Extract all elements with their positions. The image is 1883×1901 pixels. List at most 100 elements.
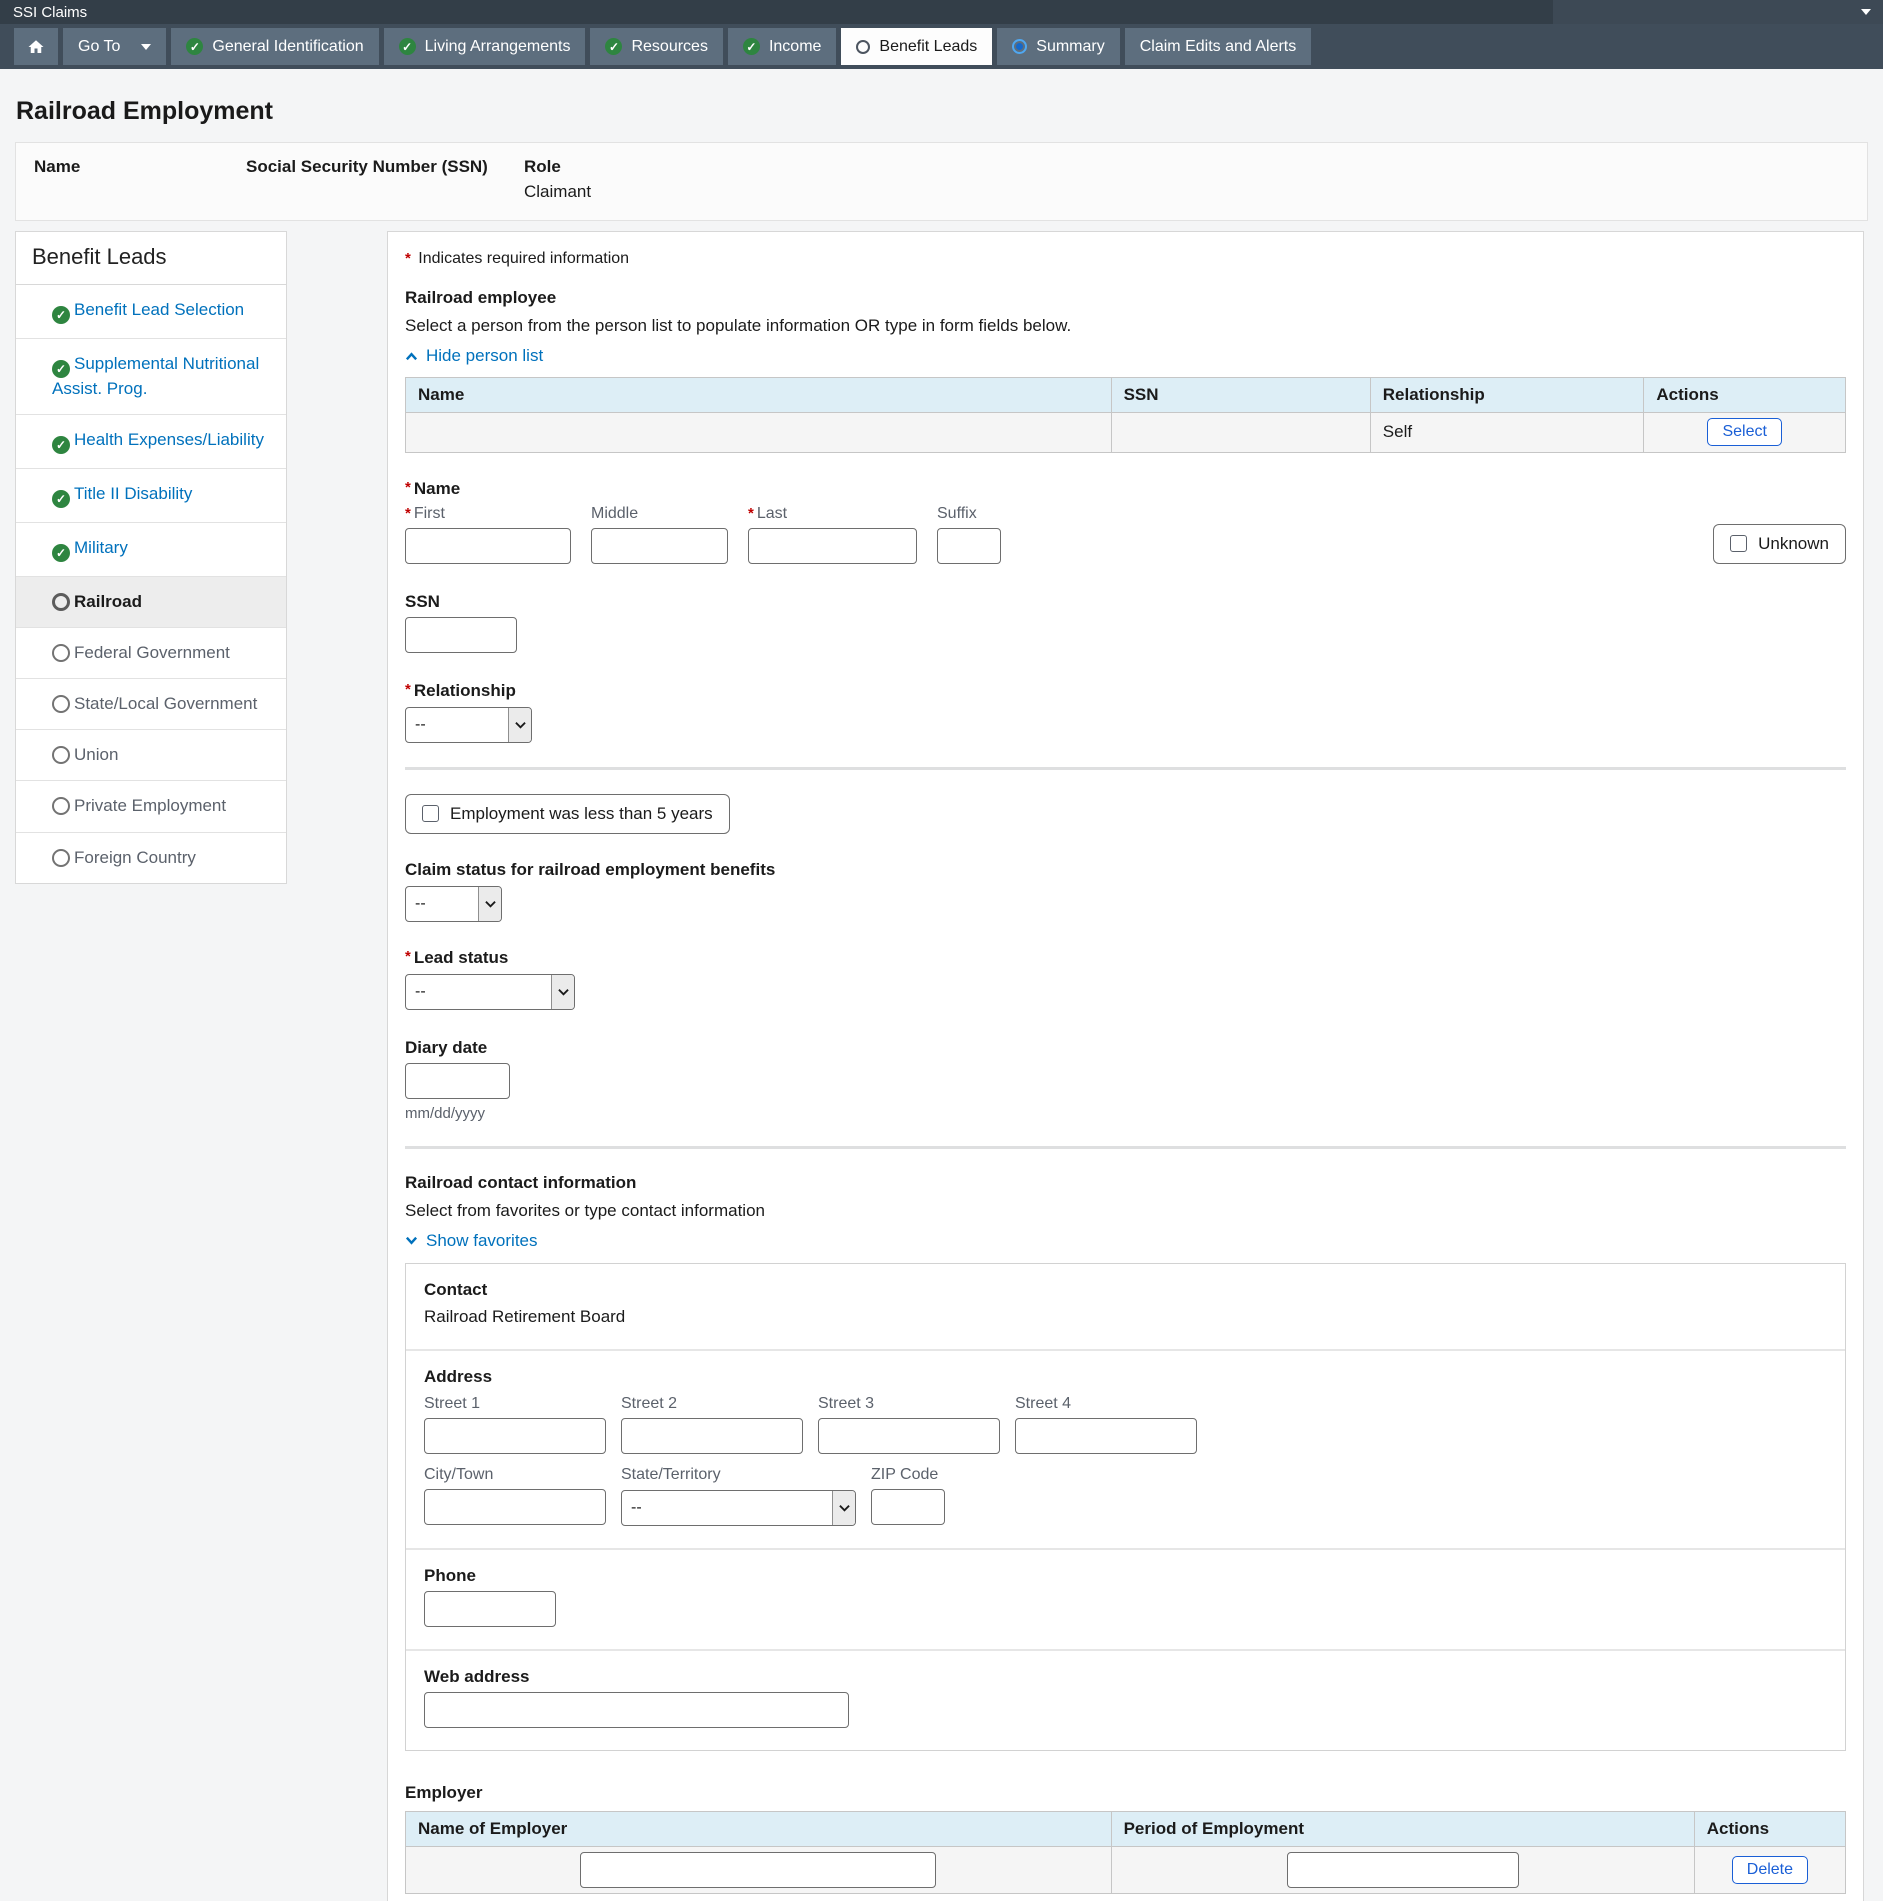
sidebar-item-title-ii-disability[interactable]: ✓ Title II Disability <box>16 469 286 524</box>
state-select[interactable]: -- <box>621 1490 856 1526</box>
tab-resources[interactable]: ✓ Resources <box>590 28 723 65</box>
complete-check-icon: ✓ <box>605 38 623 55</box>
middle-name-input[interactable] <box>591 527 728 564</box>
sidebar-item-label: Private Employment <box>74 796 227 816</box>
delete-employer-button[interactable]: Delete <box>1731 1856 1809 1884</box>
complete-check-icon: ✓ <box>52 544 70 563</box>
hide-person-list-link[interactable]: Hide person list <box>405 346 543 366</box>
lead-status-selected-value: -- <box>415 982 426 1000</box>
first-name-input[interactable] <box>405 527 571 564</box>
employment-period-input[interactable] <box>1286 1852 1519 1888</box>
railroad-form-panel: * Indicates required information Railroa… <box>387 231 1864 1901</box>
show-favorites-link[interactable]: Show favorites <box>405 1231 538 1251</box>
sidebar-item-label: Supplemental Nutritional Assist. Prog. <box>52 354 260 398</box>
home-button[interactable] <box>14 28 58 65</box>
diary-date-input[interactable] <box>405 1062 510 1099</box>
open-circle-icon <box>52 797 70 816</box>
claimant-role-value: Claimant <box>524 182 592 201</box>
employment-checkbox-label: Employment was less than 5 years <box>450 803 713 823</box>
unknown-label: Unknown <box>1758 533 1829 553</box>
sidebar-item-federal-government[interactable]: Federal Government <box>16 628 286 680</box>
sidebar-item-health-expenses[interactable]: ✓ Health Expenses/Liability <box>16 415 286 470</box>
sidebar-item-benefit-lead-selection[interactable]: ✓ Benefit Lead Selection <box>16 285 286 339</box>
suffix-group: Suffix <box>937 505 1001 564</box>
last-name-input[interactable] <box>748 527 917 564</box>
sidebar-item-union[interactable]: Union <box>16 730 286 782</box>
middle-name-label: Middle <box>591 504 639 522</box>
tab-claim-edits-and-alerts[interactable]: Claim Edits and Alerts <box>1124 28 1312 65</box>
web-address-input[interactable] <box>424 1692 849 1728</box>
employment-less-than-5-years-checkbox[interactable] <box>422 805 439 822</box>
suffix-input[interactable] <box>937 527 1001 564</box>
street2-input[interactable] <box>621 1418 803 1454</box>
employer-table: Name of Employer Period of Employment Ac… <box>405 1811 1847 1894</box>
city-group: City/Town <box>424 1466 606 1526</box>
sidebar-item-railroad[interactable]: Railroad <box>16 577 286 629</box>
lead-status-select[interactable]: -- <box>405 973 575 1010</box>
name-section-label: * Name <box>405 478 461 498</box>
street1-label: Street 1 <box>424 1395 481 1412</box>
street1-input[interactable] <box>424 1418 606 1454</box>
sidebar-item-supplemental-nutritional[interactable]: ✓ Supplemental Nutritional Assist. Prog. <box>16 339 286 416</box>
address-label: Address <box>424 1367 493 1386</box>
middle-name-group: Middle <box>591 505 728 564</box>
city-input[interactable] <box>424 1489 606 1525</box>
app-title-bar: SSI Claims <box>0 0 1883 24</box>
tab-label: Living Arrangements <box>424 37 571 55</box>
street3-group: Street 3 <box>818 1395 1000 1454</box>
home-icon <box>28 39 44 53</box>
sidebar-item-military[interactable]: ✓ Military <box>16 523 286 578</box>
suffix-label: Suffix <box>937 504 977 522</box>
first-name-group: * First <box>405 505 571 564</box>
required-note: * Indicates required information <box>405 250 630 267</box>
relationship-select[interactable]: -- <box>405 706 532 743</box>
contact-section-description: Select from favorites or type contact in… <box>405 1200 765 1220</box>
employment-less-than-5-years-tile[interactable]: Employment was less than 5 years <box>405 793 730 834</box>
employer-table-header-actions: Actions <box>1693 1811 1847 1847</box>
go-to-label: Go To <box>78 37 121 55</box>
chevron-down-icon <box>832 1491 855 1525</box>
last-name-group: * Last <box>748 505 917 564</box>
street4-input[interactable] <box>1015 1418 1197 1454</box>
complete-check-icon: ✓ <box>52 436 70 455</box>
required-asterisk: * <box>405 250 411 267</box>
sidebar-item-label: Health Expenses/Liability <box>74 430 264 450</box>
chevron-down-icon <box>508 707 531 742</box>
city-label: City/Town <box>424 1466 494 1483</box>
tab-income[interactable]: ✓ Income <box>727 28 837 65</box>
select-person-button[interactable]: Select <box>1707 418 1782 446</box>
ssn-input[interactable] <box>405 616 517 653</box>
ssn-label: SSN <box>405 591 440 611</box>
street2-label: Street 2 <box>621 1395 678 1412</box>
open-circle-icon <box>52 695 70 714</box>
benefit-leads-sidebar: Benefit Leads ✓ Benefit Lead Selection ✓ S… <box>15 231 287 884</box>
sidebar-item-private-employment[interactable]: Private Employment <box>16 781 286 833</box>
claimant-name-label: Name <box>34 157 81 176</box>
street3-input[interactable] <box>818 1418 1000 1454</box>
claim-status-label: Claim status for railroad employment ben… <box>405 859 776 879</box>
person-name-cell <box>405 411 1112 453</box>
zip-input[interactable] <box>871 1489 945 1525</box>
employer-table-header-period: Period of Employment <box>1110 1811 1695 1847</box>
app-title: SSI Claims <box>13 3 88 21</box>
name-unknown-checkbox-tile[interactable]: Unknown <box>1713 523 1846 564</box>
tab-general-identification[interactable]: ✓ General Identification <box>171 28 379 65</box>
tab-label: Resources <box>631 37 708 55</box>
diary-date-format-hint: mm/dd/yyyy <box>405 1104 486 1122</box>
sidebar-item-state-local-government[interactable]: State/Local Government <box>16 679 286 731</box>
phone-input[interactable] <box>424 1591 556 1627</box>
sidebar-item-foreign-country[interactable]: Foreign Country <box>16 833 286 883</box>
phone-label: Phone <box>424 1566 476 1585</box>
go-to-dropdown[interactable]: Go To <box>63 28 167 65</box>
titlebar-menu[interactable] <box>1553 0 1883 24</box>
tab-living-arrangements[interactable]: ✓ Living Arrangements <box>383 28 586 65</box>
claim-status-select[interactable]: -- <box>405 885 502 922</box>
tab-summary[interactable]: Summary <box>997 28 1120 65</box>
tab-benefit-leads[interactable]: Benefit Leads <box>841 28 993 65</box>
unknown-checkbox[interactable] <box>1730 535 1748 552</box>
employer-name-input[interactable] <box>580 1852 937 1888</box>
chevron-down-icon <box>1861 9 1871 15</box>
page-title: Railroad Employment <box>16 97 273 125</box>
open-circle-icon <box>52 848 70 867</box>
in-progress-icon <box>1012 39 1028 54</box>
